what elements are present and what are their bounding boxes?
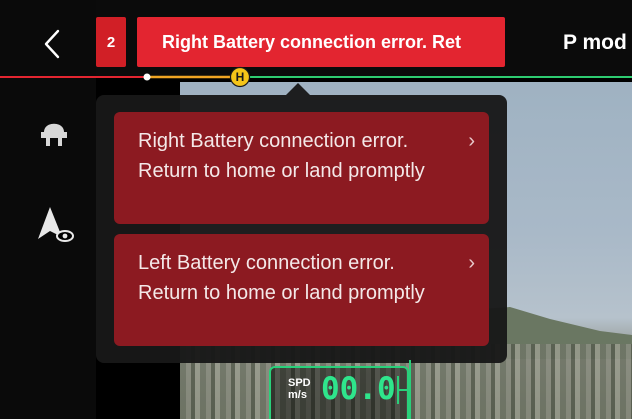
speed-scale-tick <box>397 376 411 404</box>
speed-label-top: SPD <box>288 377 311 389</box>
aircraft-position-marker <box>143 73 151 81</box>
error-banner[interactable]: Right Battery connection error. Ret <box>137 17 505 67</box>
error-count-badge[interactable]: 2 <box>96 17 126 67</box>
chevron-right-icon: › <box>468 130 475 152</box>
flight-mode-label[interactable]: P mod <box>563 31 627 55</box>
alert-text: Right Battery connection error. Return t… <box>138 130 425 182</box>
aircraft-vision-icon[interactable] <box>36 205 76 245</box>
speed-label: SPD m/s <box>288 377 311 401</box>
alert-card-left-battery[interactable]: Left Battery connection error. Return to… <box>114 234 489 346</box>
chevron-right-icon: › <box>468 252 475 274</box>
home-point-marker[interactable]: H <box>229 66 251 88</box>
speed-unit: m/s <box>288 389 307 401</box>
home-marker-label: H <box>236 70 245 84</box>
landing-gear-icon[interactable] <box>36 115 72 149</box>
speed-indicator: SPD m/s 00.0 <box>269 366 411 419</box>
popover-caret <box>286 83 310 95</box>
alerts-popover: Right Battery connection error. Return t… <box>96 95 507 363</box>
attitude-frame-edge <box>409 360 411 419</box>
alert-card-right-battery[interactable]: Right Battery connection error. Return t… <box>114 112 489 224</box>
back-button[interactable] <box>38 28 66 60</box>
route-progress-line <box>0 73 632 81</box>
chevron-left-icon <box>44 29 60 59</box>
speed-value: 00.0 <box>321 371 396 407</box>
alert-text: Left Battery connection error. Return to… <box>138 252 425 304</box>
